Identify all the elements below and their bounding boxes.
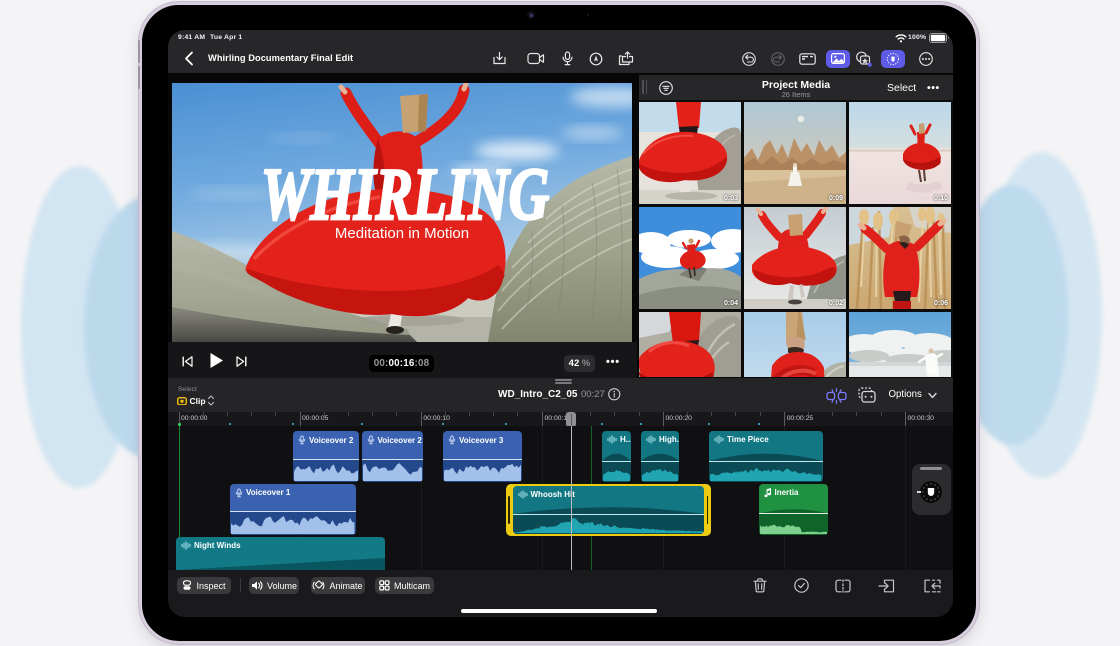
svg-text:WHIRLING: WHIRLING xyxy=(261,154,549,236)
svg-text:Meditation in Motion: Meditation in Motion xyxy=(335,225,469,242)
